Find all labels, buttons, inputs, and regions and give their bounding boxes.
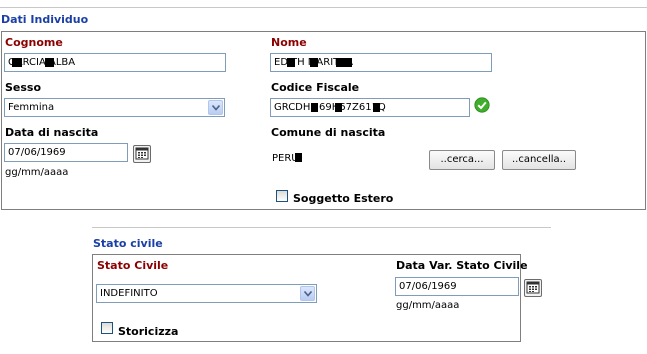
chevron-down-icon[interactable] xyxy=(300,286,315,301)
data-var-stato-civile-value: 07/06/1969 xyxy=(399,281,457,292)
sesso-select[interactable]: Femmina xyxy=(4,98,225,117)
data-nascita-format-hint: gg/mm/aaaa xyxy=(5,167,69,178)
comune-nascita-label: Comune di nascita xyxy=(271,126,386,139)
redaction xyxy=(12,58,22,67)
section-divider xyxy=(92,227,551,228)
data-nascita-value: 07/06/1969 xyxy=(8,147,66,158)
stato-civile-title: Stato civile xyxy=(93,237,163,250)
chevron-down-icon[interactable] xyxy=(208,100,223,115)
sesso-label: Sesso xyxy=(5,81,42,94)
stato-civile-select[interactable]: INDEFINITO xyxy=(96,284,317,303)
data-nascita-input[interactable]: 07/06/1969 xyxy=(4,143,128,162)
dati-individuo-title: Dati Individuo xyxy=(1,13,89,26)
data-var-stato-civile-input[interactable]: 07/06/1969 xyxy=(395,277,519,296)
cancella-button[interactable]: ..cancella.. xyxy=(502,150,576,170)
top-divider xyxy=(0,7,647,8)
calendar-icon[interactable] xyxy=(133,145,151,163)
redaction xyxy=(45,58,54,67)
calendar-icon[interactable] xyxy=(524,279,542,297)
codice-fiscale-value: GRCDHM69H67Z611Q xyxy=(274,102,386,113)
sesso-value: Femmina xyxy=(8,102,55,113)
data-var-format-hint: gg/mm/aaaa xyxy=(396,300,460,311)
soggetto-estero-checkbox[interactable] xyxy=(276,190,288,202)
nome-input[interactable]: EDITH MARITZA xyxy=(270,53,492,72)
redaction xyxy=(287,58,295,67)
codice-fiscale-label: Codice Fiscale xyxy=(271,81,360,94)
cognome-label: Cognome xyxy=(5,36,63,49)
codice-fiscale-input[interactable]: GRCDHM69H67Z611Q xyxy=(270,98,470,117)
cerca-button[interactable]: ..cerca... xyxy=(429,150,495,170)
redaction xyxy=(295,153,302,162)
redaction xyxy=(335,103,342,112)
storicizza-checkbox[interactable] xyxy=(101,322,113,334)
redaction xyxy=(336,58,352,67)
data-var-stato-civile-label: Data Var. Stato Civile xyxy=(396,259,528,272)
redaction xyxy=(311,103,318,112)
redaction xyxy=(373,103,380,112)
soggetto-estero-label: Soggetto Estero xyxy=(293,192,394,205)
nome-label: Nome xyxy=(271,36,307,49)
data-nascita-label: Data di nascita xyxy=(5,126,99,139)
check-circle-icon xyxy=(474,97,490,113)
stato-civile-label: Stato Civile xyxy=(97,259,169,272)
stato-civile-value: INDEFINITO xyxy=(100,288,158,299)
cognome-input[interactable]: GARCIA ALBA xyxy=(4,53,226,72)
storicizza-label: Storicizza xyxy=(118,325,179,338)
redaction xyxy=(310,58,318,67)
